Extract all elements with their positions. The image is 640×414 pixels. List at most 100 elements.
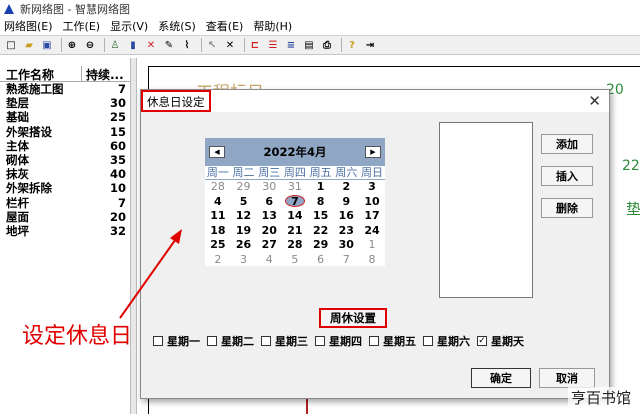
checkbox-icon[interactable] [369,336,379,346]
task-row[interactable]: 外架拆除 10 [0,181,130,195]
task-row[interactable]: 屋面 20 [0,210,130,224]
weekday-checkbox[interactable]: ✓ 星期天 [477,333,524,349]
cancel-button[interactable]: 取消 [539,368,595,388]
add-button[interactable]: 添加 [541,134,593,154]
calendar-day[interactable]: 20 [256,224,282,239]
calendar-day[interactable]: 8 [308,195,334,210]
column-header-name[interactable]: 工作名称 [0,66,82,82]
rest-day-list[interactable] [439,122,533,298]
bars-icon[interactable]: ☰ [266,38,280,52]
calendar-day[interactable]: 4 [205,195,231,210]
calendar-day[interactable]: 25 [205,238,231,253]
zoom-out-icon[interactable]: ⊖ [83,38,97,52]
new-icon[interactable]: □ [4,38,18,52]
chart-icon[interactable]: ▮ [126,38,140,52]
checkbox-icon[interactable] [315,336,325,346]
menu-network[interactable]: 网络图(E) [4,18,53,34]
link-icon[interactable]: ⌇ [180,38,194,52]
calendar-day[interactable]: 13 [256,209,282,224]
calendar-day[interactable]: 7 [333,253,359,268]
calendar-day[interactable]: 29 [308,238,334,253]
zoom-in-icon[interactable]: ⊕ [65,38,79,52]
splitter[interactable] [130,58,137,414]
calendar-day[interactable]: 5 [282,253,308,268]
task-row[interactable]: 熟悉施工图 7 [0,82,130,96]
menu-help[interactable]: 帮助(H) [253,18,292,34]
preview-icon[interactable]: ▤ [302,38,316,52]
calendar-day[interactable]: 2 [333,180,359,195]
help-icon[interactable]: ? [345,38,359,52]
weekday-checkbox[interactable]: 星期二 [207,333,254,349]
person-icon[interactable]: ♙ [108,38,122,52]
task-row[interactable]: 外架搭设 15 [0,125,130,139]
tool-icon[interactable]: ✕ [223,38,237,52]
calendar-day[interactable]: 19 [231,224,257,239]
task-row[interactable]: 栏杆 7 [0,196,130,210]
weekday-checkbox[interactable]: 星期三 [261,333,308,349]
calendar-day[interactable]: 3 [359,180,385,195]
delete-button[interactable]: 删除 [541,198,593,218]
calendar-day[interactable]: 12 [231,209,257,224]
calendar-day[interactable]: 16 [333,209,359,224]
checkbox-icon[interactable] [153,336,163,346]
calendar-day[interactable]: 10 [359,195,385,210]
calendar-day[interactable]: 30 [333,238,359,253]
calendar-day[interactable]: 28 [205,180,231,195]
calendar-day[interactable]: 5 [231,195,257,210]
column-header-duration[interactable]: 持续... [82,66,130,82]
calendar-day[interactable]: 4 [256,253,282,268]
print-icon[interactable]: ⎙ [320,38,334,52]
weekday-checkbox[interactable]: 星期四 [315,333,362,349]
task-row[interactable]: 砌体 35 [0,153,130,167]
task-row[interactable]: 抹灰 40 [0,167,130,181]
calendar-day[interactable]: 17 [359,209,385,224]
checkbox-checked-icon[interactable]: ✓ [477,336,487,346]
calendar-day[interactable]: 29 [231,180,257,195]
calendar-day-selected[interactable]: 7 [282,194,308,210]
task-row[interactable]: 垫层 30 [0,96,130,110]
exit-icon[interactable]: ⇥ [363,38,377,52]
calendar-day[interactable]: 24 [359,224,385,239]
lines-icon[interactable]: ≡ [284,38,298,52]
calendar-day[interactable]: 27 [256,238,282,253]
insert-button[interactable]: 插入 [541,166,593,186]
calendar-day[interactable]: 9 [333,195,359,210]
delete-icon[interactable]: ✕ [144,38,158,52]
task-row[interactable]: 基础 25 [0,110,130,124]
weekday-checkbox[interactable]: 星期一 [153,333,200,349]
open-icon[interactable]: ▰ [22,38,36,52]
calendar-day[interactable]: 15 [308,209,334,224]
next-month-icon[interactable]: ▶ [364,146,381,158]
prev-month-icon[interactable]: ◀ [209,146,225,158]
weekday-checkbox[interactable]: 星期六 [423,333,470,349]
calendar-day[interactable]: 30 [256,180,282,195]
calendar-day[interactable]: 23 [333,224,359,239]
calendar-day[interactable]: 11 [205,209,231,224]
checkbox-icon[interactable] [207,336,217,346]
calendar-day[interactable]: 26 [231,238,257,253]
checkbox-icon[interactable] [261,336,271,346]
save-icon[interactable]: ▣ [40,38,54,52]
menu-display[interactable]: 显示(V) [110,18,148,34]
weekday-checkbox[interactable]: 星期五 [369,333,416,349]
ok-button[interactable]: 确定 [471,368,531,388]
calendar-day[interactable]: 8 [359,253,385,268]
calendar-day[interactable]: 31 [282,180,308,195]
calendar-day[interactable]: 18 [205,224,231,239]
calendar-day[interactable]: 6 [308,253,334,268]
menu-system[interactable]: 系统(S) [158,18,196,34]
menu-view[interactable]: 查看(E) [206,18,244,34]
calendar-day[interactable]: 21 [282,224,308,239]
task-row[interactable]: 主体 60 [0,139,130,153]
calendar-day[interactable]: 1 [359,238,385,253]
flow-icon[interactable]: ⊏ [248,38,262,52]
cursor-icon[interactable]: ↖ [205,38,219,52]
calendar-day[interactable]: 6 [256,195,282,210]
checkbox-icon[interactable] [423,336,433,346]
menu-work[interactable]: 工作(E) [63,18,101,34]
edit-icon[interactable]: ✎ [162,38,176,52]
calendar-day[interactable]: 3 [231,253,257,268]
task-row[interactable]: 地坪 32 [0,224,130,238]
close-icon[interactable]: ✕ [588,92,601,110]
calendar-day[interactable]: 2 [205,253,231,268]
